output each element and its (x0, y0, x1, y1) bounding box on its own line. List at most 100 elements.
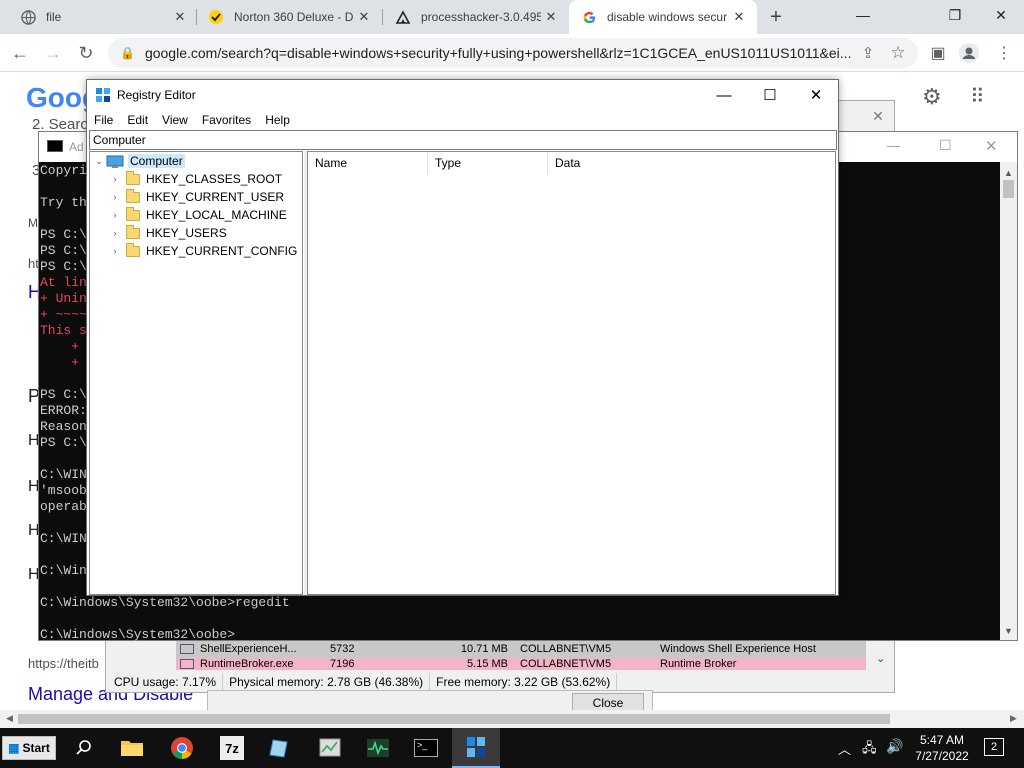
tree-node-hkcc[interactable]: › HKEY_CURRENT_CONFIG (108, 242, 297, 260)
scroll-down-icon[interactable]: ▼ (1004, 626, 1013, 636)
registry-address-bar[interactable]: Computer (89, 130, 837, 150)
console-line: C:\WIN (40, 531, 87, 546)
console-line: PS C:\ (40, 259, 87, 274)
chrome-icon[interactable] (158, 728, 206, 768)
back-icon[interactable]: ← (6, 39, 34, 67)
minimize-icon[interactable]: — (840, 0, 886, 30)
process-hacker-icon[interactable] (354, 728, 402, 768)
maximize-icon[interactable]: ☐ (939, 137, 952, 154)
console-line: This s (40, 323, 87, 338)
search-icon[interactable] (60, 728, 108, 768)
7zip-icon[interactable]: 7z (208, 728, 256, 768)
side-panel-icon[interactable]: ▣ (924, 39, 952, 67)
file-explorer-icon[interactable] (108, 728, 156, 768)
chevron-right-icon[interactable]: › (108, 246, 122, 256)
menu-edit[interactable]: Edit (120, 113, 155, 127)
scroll-down-icon[interactable]: ⌄ (876, 652, 885, 665)
menu-favorites[interactable]: Favorites (195, 113, 258, 127)
chevron-right-icon[interactable]: › (108, 192, 122, 202)
notification-count: 2 (990, 741, 998, 753)
minimize-icon[interactable]: — (701, 80, 747, 110)
volume-icon[interactable]: 🔊 (886, 738, 903, 755)
menu-view[interactable]: View (155, 113, 195, 127)
bookmark-star-icon[interactable]: ☆ (884, 39, 912, 67)
notification-center-icon[interactable]: 2 (984, 738, 1004, 756)
registry-editor-icon[interactable] (452, 728, 500, 768)
console-line: operab (40, 499, 87, 514)
process-name: ShellExperienceH... (200, 643, 297, 655)
chevron-right-icon[interactable]: › (108, 174, 122, 184)
close-icon[interactable]: ✕ (861, 101, 895, 131)
tab-title: disable windows secur (607, 10, 727, 24)
result-fragment: M (28, 216, 38, 230)
close-tab-icon[interactable]: ✕ (543, 9, 559, 25)
close-icon[interactable]: ✕ (985, 137, 998, 155)
chevron-down-icon[interactable]: ⌄ (92, 156, 106, 167)
taskbar: ▦ Start 7z >_ ︿ 🖧 🔊 5:47 AM 7/27/2022 2 (0, 728, 1024, 768)
folder-icon (126, 242, 140, 257)
clock-date: 7/27/2022 (915, 749, 969, 763)
forward-icon[interactable]: → (39, 39, 67, 67)
tree-label: HKEY_USERS (146, 226, 227, 240)
tree-node-hklm[interactable]: › HKEY_LOCAL_MACHINE (108, 206, 287, 224)
scroll-up-icon[interactable]: ▲ (1004, 168, 1013, 178)
menu-file[interactable]: File (87, 113, 120, 127)
browser-tab-file[interactable]: file ✕ (8, 0, 198, 34)
scroll-left-icon[interactable]: ◀ (6, 713, 13, 724)
close-tab-icon[interactable]: ✕ (356, 9, 372, 25)
scroll-thumb[interactable] (1003, 180, 1014, 198)
scroll-right-icon[interactable]: ▶ (1010, 713, 1017, 724)
menu-help[interactable]: Help (258, 113, 297, 127)
cmd-icon[interactable]: >_ (402, 728, 450, 768)
browser-tab-google-search[interactable]: disable windows secur ✕ (569, 0, 757, 34)
console-scrollbar[interactable]: ▲ ▼ (1000, 162, 1017, 640)
clock[interactable]: 5:47 AM 7/27/2022 (912, 732, 972, 764)
share-icon[interactable]: ⇪ (854, 39, 882, 67)
start-button[interactable]: ▦ Start (2, 736, 56, 760)
chevron-right-icon[interactable]: › (108, 228, 122, 238)
column-header-data[interactable]: Data (548, 152, 836, 174)
tree-node-hku[interactable]: › HKEY_USERS (108, 224, 227, 242)
scroll-thumb[interactable] (18, 714, 890, 724)
maximize-icon[interactable]: ☐ (747, 80, 793, 110)
reload-icon[interactable]: ↻ (72, 39, 100, 67)
browser-tab-processhacker[interactable]: processhacker-3.0.495 ✕ (383, 0, 569, 34)
notepad-icon[interactable] (256, 728, 304, 768)
google-icon (581, 9, 597, 25)
address-bar[interactable]: 🔒 google.com/search?q=disable+windows+se… (108, 38, 918, 68)
tree-node-hkcr[interactable]: › HKEY_CLASSES_ROOT (108, 170, 282, 188)
close-icon[interactable]: ✕ (978, 0, 1024, 30)
tree-node-computer[interactable]: ⌄ Computer (92, 152, 185, 170)
apps-grid-icon[interactable]: ⠿ (970, 84, 985, 109)
restore-icon[interactable]: ❐ (932, 0, 978, 30)
chevron-right-icon[interactable]: › (108, 210, 122, 220)
console-line: Copyri (40, 163, 87, 178)
new-tab-button[interactable]: + (764, 6, 788, 28)
browser-tab-norton[interactable]: Norton 360 Deluxe - D ✕ (196, 0, 382, 34)
status-bar: CPU usage: 7.17% Physical memory: 2.78 G… (108, 672, 892, 692)
process-row[interactable]: RuntimeBroker.exe 7196 5.15 MB COLLABNET… (176, 658, 866, 670)
window-title: Registry Editor (117, 88, 196, 102)
minimize-icon[interactable]: — (887, 138, 900, 153)
tree-label: HKEY_LOCAL_MACHINE (146, 208, 287, 222)
regedit-app-icon[interactable] (306, 728, 354, 768)
column-header-type[interactable]: Type (428, 152, 548, 174)
tree-node-hkcu[interactable]: › HKEY_CURRENT_USER (108, 188, 284, 206)
page-horizontal-scrollbar[interactable]: ◀ ▶ (0, 710, 1024, 728)
process-user: COLLABNET\VM5 (520, 658, 612, 670)
menu-kebab-icon[interactable]: ⋮ (990, 39, 1018, 67)
close-icon[interactable]: ✕ (793, 80, 839, 110)
close-tab-icon[interactable]: ✕ (731, 9, 747, 25)
chevron-up-icon[interactable]: ︿ (838, 739, 851, 758)
folder-icon (126, 170, 140, 185)
profile-avatar-icon[interactable] (955, 39, 983, 67)
process-pid: 5732 (330, 643, 355, 655)
process-icon (180, 644, 194, 654)
close-tab-icon[interactable]: ✕ (172, 9, 188, 25)
settings-gear-icon[interactable]: ⚙ (922, 84, 942, 110)
column-header-name[interactable]: Name (308, 152, 428, 174)
network-icon[interactable]: 🖧 (862, 739, 877, 761)
process-row[interactable]: ShellExperienceH... 5732 10.71 MB COLLAB… (176, 640, 866, 658)
url-text: google.com/search?q=disable+windows+secu… (144, 45, 852, 61)
registry-values-list[interactable]: Name Type Data (307, 151, 836, 595)
